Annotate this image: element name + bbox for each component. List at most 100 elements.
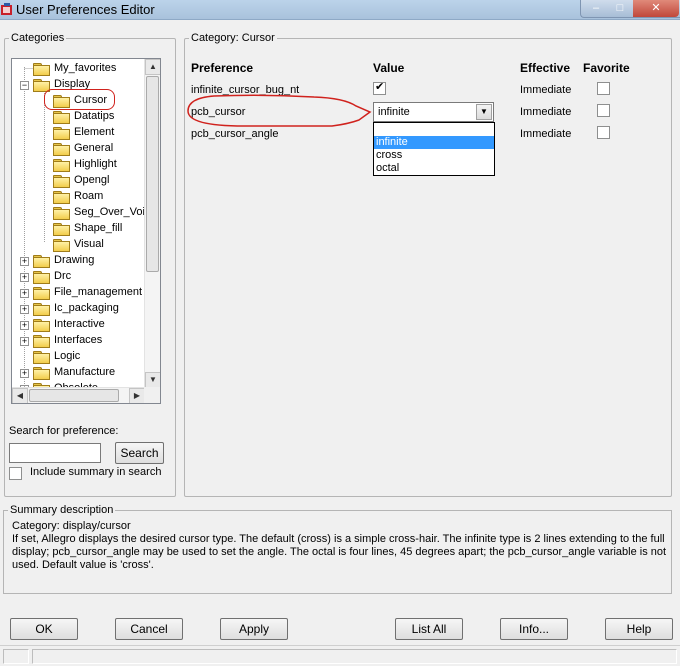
pref-effective: Immediate [520, 84, 572, 96]
info-button[interactable]: Info... [500, 618, 568, 640]
include-summary-checkbox[interactable] [9, 467, 22, 480]
tree-item[interactable]: Shape_fill [12, 221, 145, 237]
tree-item-label: Datatips [74, 110, 115, 122]
expand-icon[interactable]: + [20, 257, 29, 266]
expand-icon[interactable]: + [20, 321, 29, 330]
tree-vertical-scrollbar[interactable]: ▲ ▼ [144, 59, 160, 388]
close-button[interactable]: ✕ [633, 0, 679, 17]
dropdown-option[interactable]: cross [374, 149, 494, 162]
tree-item-label: My_favorites [54, 62, 117, 74]
folder-icon [53, 223, 70, 236]
scroll-thumb[interactable] [146, 76, 159, 272]
status-pane-left [3, 649, 29, 664]
folder-icon [33, 335, 50, 348]
ok-button[interactable]: OK [10, 618, 78, 640]
scroll-thumb-h[interactable] [29, 389, 119, 402]
tree-item-label: General [74, 142, 114, 154]
scroll-down-icon[interactable]: ▼ [145, 372, 160, 388]
include-summary-label: Include summary in search [30, 466, 162, 478]
category-panel-legend: Category: Cursor [189, 31, 277, 45]
header-preference: Preference [191, 61, 254, 75]
maximize-button[interactable]: □ [607, 0, 633, 17]
help-button[interactable]: Help [605, 618, 673, 640]
list-all-button[interactable]: List All [395, 618, 463, 640]
search-input[interactable] [9, 443, 101, 463]
tree-item-label: Manufacture [54, 366, 116, 378]
tree-item-label: File_management [54, 286, 143, 298]
dropdown-option[interactable]: infinite [374, 136, 494, 149]
status-bar [0, 645, 680, 666]
tree-item-label: Element [74, 126, 115, 138]
search-button[interactable]: Search [115, 442, 164, 464]
tree-item[interactable]: + Drawing [12, 253, 145, 269]
tree-item[interactable]: Visual [12, 237, 145, 253]
tree-item-label: Logic [54, 350, 81, 362]
expand-icon[interactable]: + [20, 305, 29, 314]
chevron-down-icon[interactable]: ▼ [476, 104, 492, 120]
tree-item-label: Interactive [54, 318, 105, 330]
folder-icon [53, 175, 70, 188]
folder-icon [33, 319, 50, 332]
window-controls: – □ ✕ [580, 0, 680, 18]
annotation-arrow-pcb-cursor [187, 94, 372, 127]
expand-icon[interactable]: + [20, 369, 29, 378]
tree-item[interactable]: My_favorites [12, 61, 145, 77]
summary-legend: Summary description [8, 503, 116, 517]
folder-icon [33, 63, 50, 76]
apply-button[interactable]: Apply [220, 618, 288, 640]
title-bar: User Preferences Editor – □ ✕ [0, 0, 680, 20]
tree-item-label: Drawing [54, 254, 95, 266]
tree-item-label: Drc [54, 270, 72, 282]
folder-icon [53, 159, 70, 172]
categories-legend: Categories [9, 31, 67, 45]
pref-effective: Immediate [520, 128, 572, 140]
scroll-left-icon[interactable]: ◀ [12, 388, 28, 403]
tree-item[interactable]: + File_management [12, 285, 145, 301]
favorite-checkbox[interactable] [597, 104, 610, 117]
expand-icon[interactable]: + [20, 289, 29, 298]
cancel-button[interactable]: Cancel [115, 618, 183, 640]
search-label: Search for preference: [9, 425, 119, 437]
favorite-checkbox[interactable] [597, 126, 610, 139]
tree-item[interactable]: General [12, 141, 145, 157]
tree-item[interactable]: + Interfaces [12, 333, 145, 349]
tree-item[interactable]: Element [12, 125, 145, 141]
expand-icon[interactable]: + [20, 273, 29, 282]
tree-item[interactable]: Seg_Over_Voi [12, 205, 145, 221]
folder-icon [33, 79, 50, 92]
folder-icon [33, 287, 50, 300]
tree-item[interactable]: Roam [12, 189, 145, 205]
tree-item[interactable]: Opengl [12, 173, 145, 189]
annotation-circle-cursor [44, 89, 115, 110]
expand-icon[interactable]: + [20, 337, 29, 346]
tree-item-label: Highlight [74, 158, 117, 170]
checkmark-icon: ✔ [375, 81, 385, 93]
tree-item-label: Visual [74, 238, 104, 250]
tree-item[interactable]: + Manufacture [12, 365, 145, 381]
tree-horizontal-scrollbar[interactable]: ◀ ▶ [12, 387, 145, 403]
tree-item-label: Roam [74, 190, 104, 202]
pcb-cursor-combo[interactable]: infinite ▼ [373, 102, 494, 122]
tree-item[interactable]: + Interactive [12, 317, 145, 333]
pref-effective: Immediate [520, 106, 572, 118]
folder-icon [33, 303, 50, 316]
tree-item[interactable]: Highlight [12, 157, 145, 173]
minimize-button[interactable]: – [583, 0, 609, 17]
folder-icon [53, 207, 70, 220]
folder-icon [53, 143, 70, 156]
tree-item[interactable]: + Drc [12, 269, 145, 285]
favorite-checkbox[interactable] [597, 82, 610, 95]
tree-item[interactable]: Datatips [12, 109, 145, 125]
app-icon [1, 3, 12, 15]
folder-icon [53, 191, 70, 204]
dropdown-option[interactable] [374, 123, 494, 136]
scroll-up-icon[interactable]: ▲ [145, 59, 160, 75]
summary-body: If set, Allegro displays the desired cur… [12, 533, 667, 571]
scroll-right-icon[interactable]: ▶ [129, 388, 145, 403]
dropdown-option[interactable]: octal [374, 162, 494, 175]
header-favorite: Favorite [583, 61, 630, 75]
tree-item[interactable]: + Ic_packaging [12, 301, 145, 317]
tree-item[interactable]: Logic [12, 349, 145, 365]
folder-icon [33, 351, 50, 364]
collapse-icon[interactable]: − [20, 81, 29, 90]
